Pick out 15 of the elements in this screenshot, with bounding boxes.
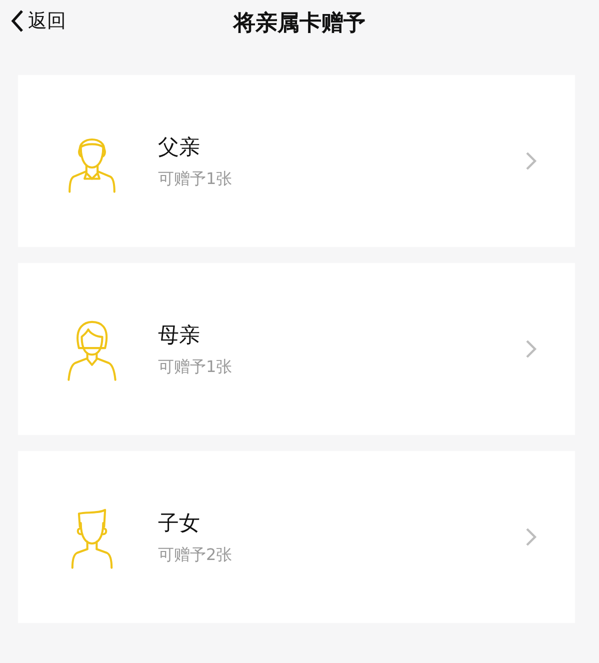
recipient-name: 子女 [158, 510, 201, 536]
back-button[interactable]: 返回 [10, 8, 66, 34]
recipient-name: 父亲 [158, 134, 201, 160]
page-title: 将亲属卡赠予 [234, 10, 366, 38]
recipient-card[interactable]: 母亲 可赠予1张 [18, 263, 575, 435]
recipient-name: 母亲 [158, 322, 201, 348]
chevron-right-icon [525, 151, 537, 171]
card-quota: 可赠予1张 [158, 168, 234, 190]
recipient-card[interactable]: 子女 可赠予2张 [18, 451, 575, 623]
recipient-card[interactable]: 父亲 可赠予1张 [18, 75, 575, 247]
card-quota: 可赠予1张 [158, 356, 234, 378]
chevron-right-icon [525, 339, 537, 359]
back-chevron-icon [10, 9, 24, 33]
chevron-right-icon [525, 527, 537, 547]
card-quota: 可赠予2张 [158, 544, 234, 566]
